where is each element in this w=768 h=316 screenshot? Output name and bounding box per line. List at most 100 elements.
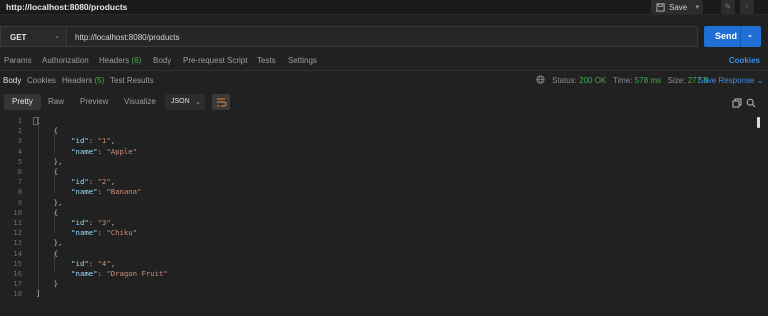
response-tab-cookies[interactable]: Cookies [27, 76, 56, 85]
code-line: 7 "id": "2", [0, 177, 760, 187]
view-preview[interactable]: Preview [80, 94, 108, 110]
line-code: }, [36, 156, 63, 166]
json-value: "Chiku" [106, 228, 138, 238]
tab-authorization[interactable]: Authorization [42, 56, 89, 65]
format-value: JSON [171, 98, 190, 105]
code-line: 6 { [0, 167, 760, 177]
request-tabs: Params Authorization Headers (6) Body Pr… [0, 56, 768, 68]
code-line: 14 { [0, 249, 760, 259]
line-number: 5 [17, 156, 22, 166]
line-number: 2 [17, 126, 22, 136]
line-number: 15 [13, 258, 22, 268]
line-code: "id": "1", [71, 136, 116, 146]
url-input[interactable]: http://localhost:8080/products [66, 26, 698, 47]
view-pretty[interactable]: Pretty [4, 94, 41, 110]
json-key: "id" [71, 136, 89, 146]
code-line: 1[ [0, 116, 760, 126]
code-line: 5 }, [0, 157, 760, 167]
save-label: Save [669, 2, 688, 12]
search-icon[interactable] [746, 98, 756, 108]
code-line: 9 }, [0, 198, 760, 208]
cookies-link[interactable]: Cookies [729, 56, 760, 65]
send-divider [740, 26, 741, 47]
code-line: 10 { [0, 208, 760, 218]
status-value: 200 OK [579, 76, 607, 85]
code-line: 3 "id": "1", [0, 136, 760, 146]
json-value: "2" [97, 177, 111, 187]
line-code: "name": "Apple" [71, 146, 138, 156]
wrap-icon [217, 98, 227, 107]
response-headers-count: (5) [94, 76, 105, 85]
chevron-down-icon[interactable]: ⌄ [747, 31, 753, 39]
tab-body[interactable]: Body [153, 56, 171, 65]
headers-count: (6) [131, 56, 142, 65]
line-number: 7 [17, 177, 22, 187]
response-tab-headers[interactable]: Headers (5) [62, 76, 104, 85]
line-code: "name": "Dragon Fruit" [71, 269, 168, 278]
code-line: 15 "id": "4", [0, 259, 760, 269]
globe-icon[interactable] [536, 75, 545, 84]
response-body-editor[interactable]: 1[2 {3 "id": "1", 4 "name": "Apple" 5 }, 6 … [0, 116, 768, 306]
line-number: 3 [17, 136, 22, 146]
line-code: "name": "Chiku" [71, 228, 138, 238]
response-tab-body[interactable]: Body [3, 76, 21, 85]
code-line: 13 }, [0, 238, 760, 248]
code-line: 8 "name": "Banana" [0, 187, 760, 197]
line-code: "id": "4", [71, 258, 116, 268]
view-visualize[interactable]: Visualize [124, 94, 156, 110]
line-number: 13 [13, 238, 22, 248]
request-bar: GET ⌄ http://localhost:8080/products Sen… [0, 26, 768, 48]
save-response-button[interactable]: Save Response ⌄ [698, 76, 763, 85]
line-number: 6 [17, 167, 22, 176]
line-code: { [36, 167, 58, 176]
line-code: { [36, 126, 58, 136]
code-line: 4 "name": "Apple" [0, 147, 760, 157]
url-value: http://localhost:8080/products [75, 33, 180, 42]
tab-pre-request-script[interactable]: Pre-request Script [183, 56, 247, 65]
code-line: 12 "name": "Chiku" [0, 228, 760, 238]
json-key: "name" [71, 187, 98, 197]
line-code: } [36, 279, 58, 289]
save-button[interactable]: Save ▾ [651, 0, 703, 14]
status-info: Status: 200 OK Time: 578 ms Size: 277 B [552, 76, 709, 85]
section-divider [0, 70, 768, 71]
format-select[interactable]: JSON ⌄ [165, 94, 205, 110]
scrollbar-thumb[interactable] [757, 117, 760, 128]
view-toolbar: Pretty Raw Preview Visualize JSON ⌄ [0, 94, 768, 110]
json-key: "name" [71, 269, 98, 278]
code-line: 11 "id": "3", [0, 218, 760, 228]
response-tab-test-results[interactable]: Test Results [110, 76, 154, 85]
tab-settings[interactable]: Settings [288, 56, 317, 65]
line-code: { [36, 207, 58, 217]
line-code: "name": "Banana" [71, 187, 142, 197]
send-label: Send [715, 31, 738, 41]
code-line: 16 "name": "Dragon Fruit" [0, 269, 760, 279]
send-button[interactable]: Send ⌄ [704, 26, 761, 47]
json-key: "name" [71, 146, 98, 156]
edit-icon[interactable]: ✎ [721, 0, 735, 14]
tab-params[interactable]: Params [4, 56, 32, 65]
line-code: "id": "3", [71, 218, 116, 227]
json-value: "Apple" [106, 146, 138, 156]
method-value: GET [10, 33, 27, 42]
line-code: ] [36, 289, 41, 299]
title-bar: http://localhost:8080/products Save ▾ ✎ … [0, 0, 768, 15]
line-number: 12 [13, 228, 22, 238]
line-code: { [36, 248, 58, 258]
copy-icon[interactable] [732, 98, 742, 108]
line-code: }, [36, 197, 63, 207]
chevron-down-icon: ⌄ [54, 33, 60, 40]
wrap-lines-button[interactable] [212, 94, 230, 110]
method-select[interactable]: GET ⌄ [0, 26, 66, 47]
tab-headers[interactable]: Headers (6) [99, 56, 141, 65]
line-number: 4 [17, 146, 22, 156]
comment-icon[interactable]: ▫ [740, 0, 754, 14]
chevron-down-icon[interactable]: ▾ [695, 3, 699, 11]
tab-tests[interactable]: Tests [257, 56, 276, 65]
view-raw[interactable]: Raw [48, 94, 64, 110]
line-number: 18 [13, 289, 22, 299]
line-number: 9 [17, 197, 22, 207]
json-value: "Dragon Fruit" [106, 269, 168, 278]
json-key: "id" [71, 258, 89, 268]
line-number: 14 [13, 248, 22, 258]
